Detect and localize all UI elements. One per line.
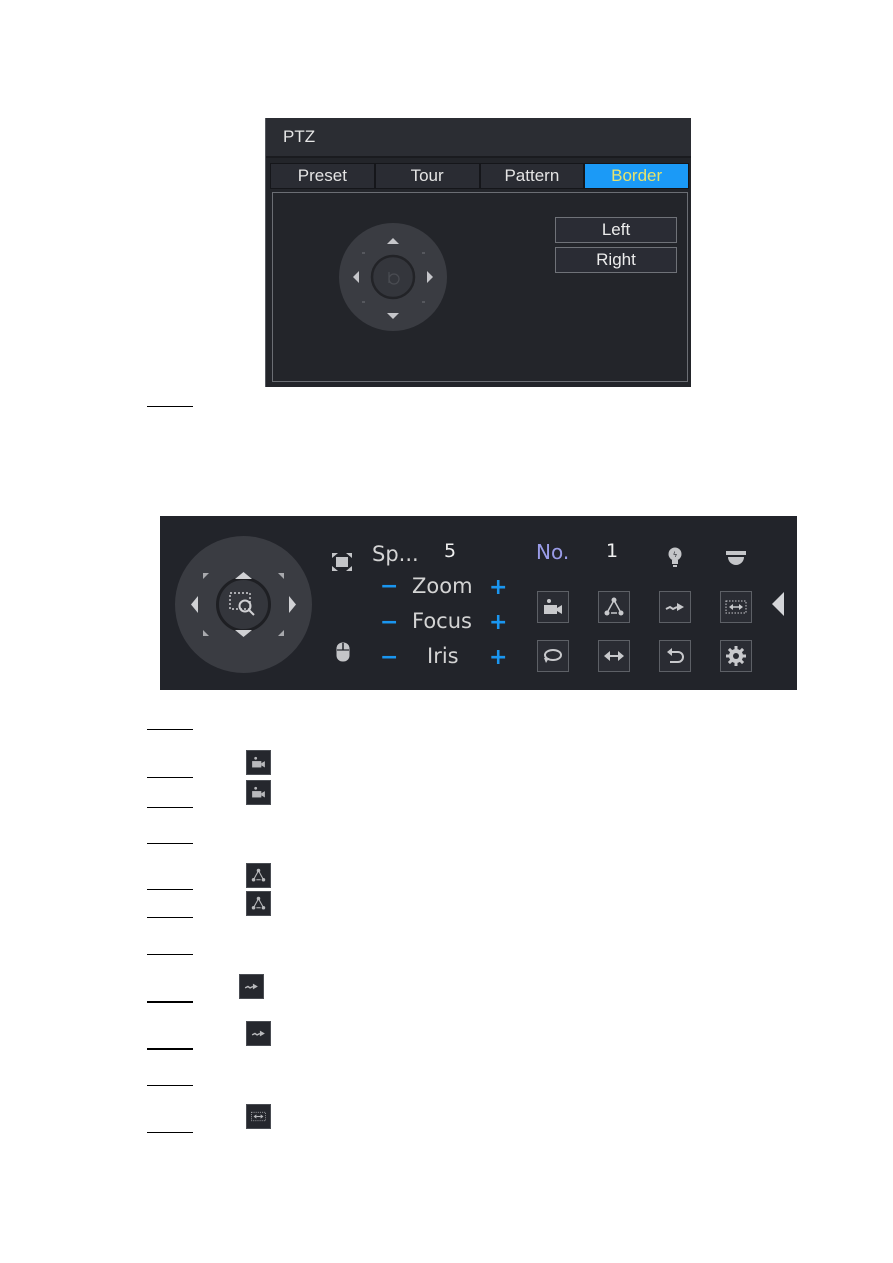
ptz-dialog-title: PTZ [283,127,316,146]
arrow-up-right-icon[interactable] [422,252,425,254]
border-icon [725,600,747,614]
arrow-down-left-icon[interactable] [362,301,365,303]
step-marker [147,807,193,808]
border-button[interactable] [720,591,752,623]
inline-pattern-icon [246,1021,271,1046]
border-right-button[interactable]: Right [555,247,677,273]
tab-preset[interactable]: Preset [270,163,375,189]
preset-camera-icon [252,756,265,768]
iris-label: Iris [427,644,459,668]
flip-button[interactable] [659,640,691,672]
inline-preset-icon [246,750,271,775]
speed-label: Sp... [372,542,419,566]
rotate-button[interactable] [537,640,569,672]
step-marker [147,889,193,890]
tour-icon [251,896,266,910]
tour-icon [251,868,266,882]
direction-pad[interactable] [339,223,447,331]
light-bulb-icon[interactable]: ϟ [668,547,682,569]
step-marker [147,729,193,730]
preset-camera-icon [252,786,265,798]
svg-text:ϟ: ϟ [673,551,678,559]
direction-pad-center[interactable] [216,577,271,632]
ptz-tabs: Preset Tour Pattern Border [270,163,689,189]
iris-minus-button[interactable]: − [380,647,398,669]
ptz-dialog: PTZ Preset Tour Pattern Border Left Righ… [265,118,691,387]
tour-button[interactable] [598,591,630,623]
step-marker [147,1001,193,1003]
pattern-icon [251,1030,265,1037]
arrow-down-right-icon[interactable] [422,301,425,303]
step-marker [147,917,193,918]
arrow-up-left-icon[interactable] [362,252,365,254]
flip-icon [667,648,684,663]
step-marker [147,1048,193,1050]
pan-button[interactable] [598,640,630,672]
inline-preset-icon [246,780,271,805]
rotate-icon [544,649,562,663]
preset-number-value[interactable]: 1 [606,540,618,562]
inline-tour-icon [246,891,271,916]
inline-border-icon [246,1104,271,1129]
pan-icon [604,651,624,661]
settings-button[interactable] [720,640,752,672]
ptz-control-bar: Sp... 5 − Zoom + − Focus + − Iris + No. … [160,516,797,690]
pattern-icon [665,603,684,611]
zoom-label: Zoom [412,574,473,598]
border-left-button[interactable]: Left [555,217,677,243]
ptz-titlebar: PTZ [266,118,691,158]
zoom-plus-button[interactable]: + [489,577,507,599]
focus-plus-button[interactable]: + [489,612,507,634]
direction-pad[interactable] [175,536,312,673]
focus-minus-button[interactable]: − [380,612,398,634]
collapse-arrow-icon[interactable] [772,592,784,616]
preset-button[interactable] [537,591,569,623]
mouse-icon[interactable] [336,642,350,662]
step-marker [147,843,193,844]
tab-border[interactable]: Border [584,163,689,189]
iris-plus-button[interactable]: + [489,647,507,669]
preset-number-label: No. [536,540,570,564]
pattern-icon [244,983,258,990]
wiper-dome-icon[interactable] [726,551,746,565]
inline-pattern-icon [239,974,264,999]
focus-label: Focus [412,609,472,633]
step-marker [147,1132,193,1133]
step-marker [147,954,193,955]
settings-icon [726,646,746,666]
tab-pattern[interactable]: Pattern [479,163,585,189]
speed-value[interactable]: 5 [444,540,456,562]
ptz-border-panel: Left Right [272,192,688,382]
fullscreen-icon[interactable] [332,553,352,571]
pattern-button[interactable] [659,591,691,623]
direction-pad-center[interactable] [370,254,416,300]
step-marker [147,777,193,778]
border-icon [251,1111,266,1122]
step-marker [147,1085,193,1086]
tour-icon [604,597,624,616]
preset-camera-icon [544,599,562,614]
zoom-minus-button[interactable]: − [380,576,398,598]
inline-tour-icon [246,863,271,888]
step-marker [147,406,193,407]
tab-tour[interactable]: Tour [374,163,480,189]
